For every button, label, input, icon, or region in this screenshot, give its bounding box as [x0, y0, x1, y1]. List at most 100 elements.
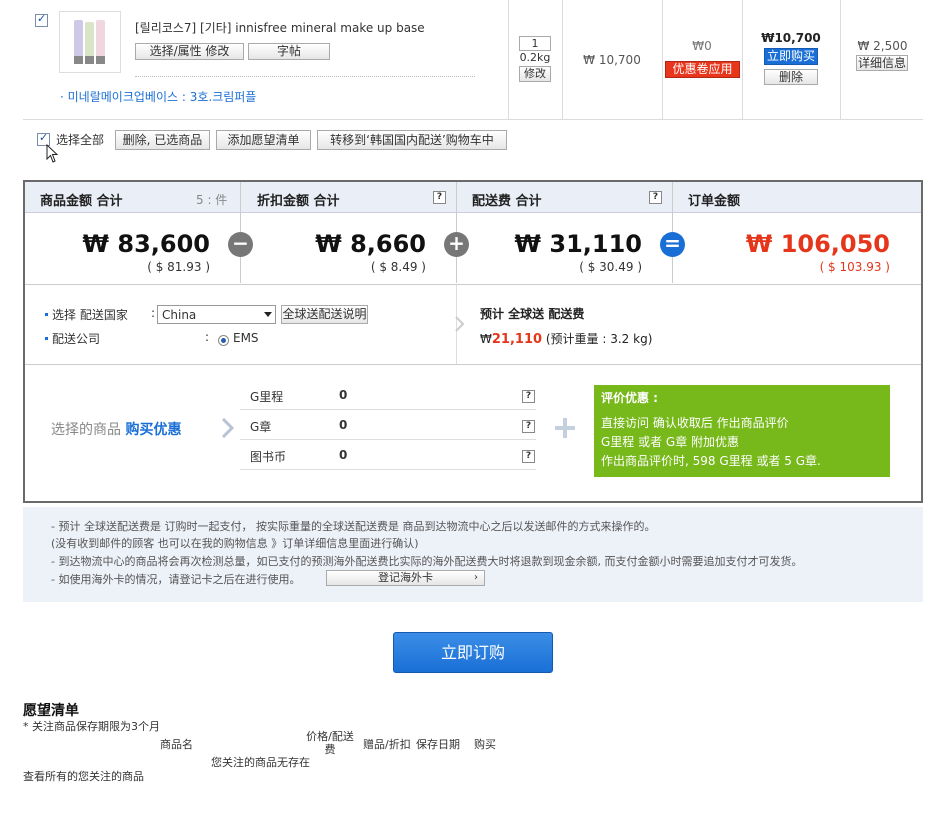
- note-line: (没有收到邮件的顾客 也可以在我的购物信息 》订单详细信息里面进行确认): [51, 537, 419, 550]
- benefit-row-label: G章: [250, 420, 272, 434]
- chevron-right-icon: [222, 418, 234, 438]
- benefit-label-bold: 购买优惠: [125, 422, 182, 438]
- goods-amount: ₩ 83,600: [82, 230, 210, 258]
- benefit-row: 图书币 0 ?: [240, 440, 536, 470]
- column-divider: [742, 0, 743, 120]
- quantity-input[interactable]: 1: [519, 36, 551, 51]
- buy-now-button[interactable]: 立即购买: [764, 48, 818, 65]
- review-line1: 直接访问 确认收取后 作出商品评价: [601, 416, 789, 430]
- estimate-amount: 21,110: [491, 332, 543, 347]
- cosmetic-tubes-image: [74, 20, 105, 64]
- quantity-modify-button[interactable]: 修改: [519, 66, 551, 82]
- estimate-currency: ₩: [480, 332, 492, 346]
- benefit-row-label: 图书币: [250, 450, 287, 464]
- register-card-button[interactable]: 登记海外卡 ›: [326, 570, 485, 586]
- goods-count: 5 : 件: [196, 193, 228, 207]
- column-divider: [840, 0, 841, 120]
- plus-sign-icon-vertical: [563, 418, 567, 438]
- item-weight: 0.2kg: [519, 51, 551, 64]
- row-divider: [23, 119, 923, 120]
- help-icon[interactable]: ?: [522, 450, 535, 463]
- col-price-shipping-line2: 费: [324, 743, 336, 756]
- estimate-weight: (预计重量 : 3.2 kg): [545, 332, 653, 346]
- wishlist-title: 愿望清单: [23, 703, 79, 719]
- help-icon[interactable]: ?: [433, 191, 446, 204]
- item-shipping: ₩ 2,500: [857, 39, 908, 53]
- benefit-label-plain: 选择的商品: [51, 422, 121, 438]
- bullet-icon: [45, 313, 48, 316]
- colon: :: [205, 330, 210, 344]
- country-select[interactable]: China: [157, 305, 276, 324]
- bullet-icon: [45, 337, 48, 340]
- column-divider: [508, 0, 509, 120]
- shipping-guide-button[interactable]: 全球送配送说明: [281, 305, 368, 324]
- country-label: 选择 配送国家: [52, 308, 128, 322]
- shipping-amount-usd: ( $ 30.49 ): [579, 260, 642, 274]
- apply-coupon-button[interactable]: 优惠卷应用: [665, 61, 740, 78]
- order-now-button[interactable]: 立即订购: [393, 632, 553, 673]
- benefit-row-value: 0: [339, 448, 348, 462]
- item-price: ₩ 10,700: [583, 53, 641, 67]
- col-buy: 购买: [474, 738, 496, 751]
- select-all-label[interactable]: 选择全部: [56, 131, 104, 148]
- colon: :: [151, 306, 156, 320]
- ems-radio[interactable]: [218, 335, 229, 346]
- item-total: ₩10,700: [761, 31, 821, 45]
- shipping-total-label: 配送费 合计: [472, 194, 542, 209]
- option-text: · 미네랄메이크업베이스 : 3호.크림퍼플: [60, 90, 257, 104]
- note-line: - 如使用海外卡的情况，请登记卡之后在进行使用。: [51, 573, 301, 586]
- add-wishlist-button[interactable]: 添加愿望清单: [216, 130, 311, 150]
- option-modify-button[interactable]: 选择/属性 修改: [135, 43, 244, 60]
- chevron-down-icon: [264, 312, 272, 317]
- delete-selected-button[interactable]: 删除, 已选商品: [115, 130, 210, 150]
- help-icon[interactable]: ?: [522, 390, 535, 403]
- goods-amount-usd: ( $ 81.93 ): [147, 260, 210, 274]
- product-thumbnail[interactable]: [59, 11, 121, 73]
- col-save-date: 保存日期: [416, 738, 460, 751]
- product-name[interactable]: [릴리코스7] [기타] innisfree mineral make up b…: [135, 19, 425, 36]
- chevron-right-icon: [455, 316, 465, 332]
- wishlist-note: * 关注商品保存期限为3个月: [23, 720, 160, 733]
- chevron-right-icon: ›: [474, 572, 478, 583]
- column-divider: [662, 0, 663, 120]
- minus-icon: −: [228, 232, 253, 257]
- country-select-value: China: [162, 308, 197, 322]
- review-benefit-box: 评价优惠 : 直接访问 确认收取后 作出商品评价 G里程 或者 G章 附加优惠 …: [594, 385, 890, 477]
- benefit-row-label: G里程: [250, 390, 284, 404]
- benefit-row: G里程 0 ?: [240, 380, 536, 410]
- goods-total-label: 商品金额 合计: [40, 194, 123, 209]
- post-button[interactable]: 字帖: [248, 43, 330, 60]
- col-price-shipping-line1: 价格/配送: [306, 730, 354, 743]
- section-divider: [25, 284, 921, 285]
- benefit-row-value: 0: [339, 418, 348, 432]
- benefit-label: 选择的商品 购买优惠: [51, 419, 181, 439]
- benefit-row-value: 0: [339, 388, 348, 402]
- benefit-row: G章 0 ?: [240, 410, 536, 440]
- help-icon[interactable]: ?: [649, 191, 662, 204]
- item-checkbox[interactable]: [35, 12, 48, 27]
- discount-total-label: 折扣金额 合计: [257, 194, 340, 209]
- detail-info-button[interactable]: 详细信息: [856, 55, 908, 71]
- help-icon[interactable]: ?: [522, 420, 535, 433]
- col-price-shipping: 价格/配送 费: [303, 730, 357, 756]
- note-line: - 预计 全球送配送费是 订购时一起支付， 按实际重量的全球送配送费是 商品到达…: [51, 520, 656, 533]
- option-divider: [135, 76, 475, 77]
- view-all-wishlist-link[interactable]: 查看所有的您关注的商品: [23, 768, 144, 784]
- estimate-title: 预计 全球送 配送费: [480, 307, 585, 321]
- col-product-name: 商品名: [160, 738, 193, 751]
- section-divider: [25, 364, 921, 365]
- estimate-line: ₩21,110 (预计重量 : 3.2 kg): [480, 330, 652, 347]
- discount-amount: ₩ 8,660: [315, 230, 426, 258]
- col-gift-discount: 赠品/折扣: [363, 738, 411, 751]
- move-to-domestic-cart-button[interactable]: 转移到‘韩国国内配送’购物车中: [317, 130, 507, 150]
- plus-icon: +: [444, 232, 469, 257]
- shipping-amount: ₩ 31,110: [514, 230, 642, 258]
- delete-item-button[interactable]: 删除: [764, 69, 818, 85]
- order-amount-usd: ( $ 103.93 ): [819, 260, 890, 274]
- wishlist-empty-message: 您关注的商品无存在: [211, 756, 310, 769]
- mouse-cursor-icon: [46, 144, 59, 163]
- review-line2: G里程 或者 G章 附加优惠: [601, 435, 740, 449]
- discount-amount-usd: ( $ 8.49 ): [370, 260, 426, 274]
- note-line: - 到达物流中心的商品将会再次检测总量，如已支付的预测海外配送费比实际的海外配送…: [51, 555, 803, 568]
- item-discount: ₩0: [692, 39, 712, 53]
